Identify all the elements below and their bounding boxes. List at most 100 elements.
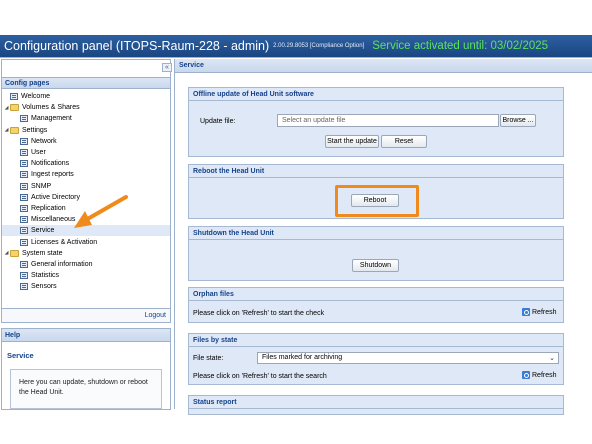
file-state-value: Files marked for archiving — [262, 354, 343, 361]
reboot-title: Reboot the Head Unit — [189, 165, 563, 178]
page-icon — [20, 149, 28, 157]
page-title: Service — [175, 59, 592, 73]
tree-item-management[interactable]: Management — [2, 113, 170, 124]
files-by-state-section: Files by state File state: Files marked … — [188, 333, 564, 385]
app-title: Configuration panel (ITOPS-Raum-228 - ad… — [4, 39, 270, 53]
page-icon — [20, 204, 28, 212]
tree-item-label: Active Directory — [31, 193, 81, 201]
update-file-label: Update file: — [200, 118, 236, 125]
tree-item-label: Replication — [31, 204, 66, 212]
tree-item-replication[interactable]: Replication — [2, 203, 170, 214]
page-icon — [20, 182, 28, 190]
app-frame: « Config pages Welcome ◢ Volumes & Share… — [0, 57, 592, 415]
tree-item-sensors[interactable]: Sensors — [2, 281, 170, 292]
collapse-sidebar-button[interactable]: « — [162, 63, 172, 72]
page-icon — [20, 160, 28, 168]
folder-icon — [10, 126, 19, 134]
refresh-icon — [522, 308, 530, 316]
reboot-highlight-box — [335, 185, 419, 217]
tree-item-active-directory[interactable]: Active Directory — [2, 192, 170, 203]
main-content: Service Offline update of Head Unit soft… — [174, 59, 592, 415]
tree-item-volumes-shares[interactable]: ◢ Volumes & Shares — [2, 102, 170, 113]
tree-item-miscellaneous[interactable]: Miscellaneous — [2, 214, 170, 225]
shutdown-title: Shutdown the Head Unit — [189, 227, 563, 240]
tree-item-label: Welcome — [21, 93, 51, 101]
browse-button[interactable]: Browse ... — [500, 114, 536, 127]
shutdown-button[interactable]: Shutdown — [352, 259, 399, 272]
tree-item-user[interactable]: User — [2, 147, 170, 158]
folder-icon — [10, 104, 19, 112]
page-icon — [20, 216, 28, 224]
tree-item-label: General information — [31, 260, 93, 268]
help-panel: Help Service Here you can update, shutdo… — [1, 328, 171, 410]
file-state-label: File state: — [193, 355, 224, 362]
status-report-title: Status report — [189, 396, 563, 409]
page-icon — [20, 171, 28, 179]
page-icon — [20, 283, 28, 291]
page-icon — [20, 193, 28, 201]
page-icon — [20, 260, 28, 268]
page-icon — [20, 115, 28, 123]
tree-item-label: Management — [31, 115, 72, 123]
tree-item-service[interactable]: Service — [2, 225, 170, 237]
start-update-button[interactable]: Start the update — [325, 135, 379, 148]
config-pages-panel: « Config pages Welcome ◢ Volumes & Share… — [1, 59, 172, 323]
shutdown-section: Shutdown the Head Unit Shutdown — [188, 226, 564, 281]
expand-icon[interactable]: ◢ — [3, 105, 10, 111]
tree-item-label: Network — [31, 137, 57, 145]
offline-update-title: Offline update of Head Unit software — [189, 88, 563, 101]
logout-button[interactable]: Logout — [145, 312, 166, 319]
expand-icon[interactable]: ◢ — [3, 127, 10, 133]
config-tree: Welcome ◢ Volumes & Shares Management ◢ … — [2, 91, 170, 292]
tree-item-label: System state — [22, 249, 63, 257]
orphan-files-title: Orphan files — [189, 288, 563, 301]
tree-item-label: Settings — [22, 126, 48, 134]
files-by-state-hint: Please click on 'Refresh' to start the s… — [193, 373, 327, 380]
refresh-label: Refresh — [532, 308, 557, 316]
files-refresh-button[interactable]: Refresh — [522, 371, 557, 379]
orphan-refresh-button[interactable]: Refresh — [522, 308, 557, 316]
app-title-bar: Configuration panel (ITOPS-Raum-228 - ad… — [0, 35, 592, 57]
tree-item-notifications[interactable]: Notifications — [2, 158, 170, 169]
update-file-input[interactable]: Select an update file — [277, 114, 499, 127]
tree-item-system-state[interactable]: ◢ System state — [2, 248, 170, 259]
refresh-label: Refresh — [532, 371, 557, 379]
page-icon — [20, 272, 28, 280]
tree-item-welcome[interactable]: Welcome — [2, 91, 170, 102]
help-heading: Help — [2, 329, 170, 342]
tree-item-label: SNMP — [31, 182, 52, 190]
logout-bar: Logout — [2, 308, 170, 322]
config-pages-heading: Config pages — [2, 77, 170, 89]
tree-item-statistics[interactable]: Statistics — [2, 270, 170, 281]
tree-item-label: Statistics — [31, 272, 60, 280]
tree-item-label: Ingest reports — [31, 171, 74, 179]
tree-item-general-information[interactable]: General information — [2, 259, 170, 270]
version-label: 2.00.29.8053 [Compliance Option] — [273, 43, 365, 49]
expand-icon[interactable]: ◢ — [3, 250, 10, 256]
orphan-hint: Please click on 'Refresh' to start the c… — [193, 310, 325, 317]
tree-item-label: User — [31, 149, 46, 157]
page-icon — [20, 238, 28, 246]
tree-item-label: Service — [31, 227, 55, 235]
help-text: Here you can update, shutdown or reboot … — [10, 369, 162, 409]
tree-item-settings[interactable]: ◢ Settings — [2, 125, 170, 136]
offline-update-section: Offline update of Head Unit software Upd… — [188, 87, 564, 157]
tree-item-licenses-activation[interactable]: Licenses & Activation — [2, 236, 170, 247]
tree-item-snmp[interactable]: SNMP — [2, 181, 170, 192]
chevron-down-icon: ⌄ — [549, 355, 555, 362]
page-icon — [10, 93, 18, 101]
page-icon — [20, 137, 28, 145]
file-state-select[interactable]: Files marked for archiving ⌄ — [257, 352, 559, 364]
tree-item-network[interactable]: Network — [2, 136, 170, 147]
tree-item-label: Sensors — [31, 283, 57, 291]
page-icon — [20, 227, 28, 235]
status-report-section: Status report — [188, 395, 564, 415]
tree-item-label: Licenses & Activation — [31, 238, 98, 246]
help-title: Service — [7, 351, 34, 360]
tree-item-label: Volumes & Shares — [22, 104, 80, 112]
tree-item-label: Miscellaneous — [31, 216, 76, 224]
refresh-icon — [522, 371, 530, 379]
tree-item-label: Notifications — [31, 160, 70, 168]
tree-item-ingest-reports[interactable]: Ingest reports — [2, 169, 170, 180]
reset-button[interactable]: Reset — [381, 135, 427, 148]
